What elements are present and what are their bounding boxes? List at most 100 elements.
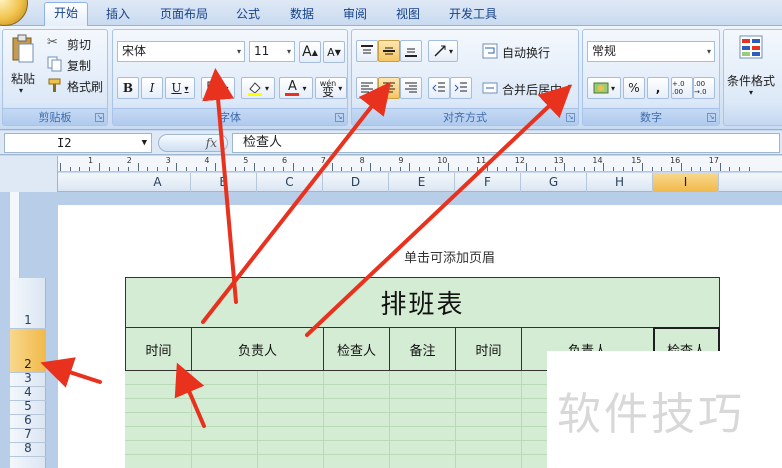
table-title-cell[interactable]: 排班表 (125, 277, 720, 328)
ruler-tick (292, 163, 294, 171)
ruler-tick (89, 167, 91, 171)
tab-insert[interactable]: 插入 (98, 4, 138, 26)
number-launcher-icon[interactable]: ↘ (707, 113, 716, 122)
clipboard-launcher-icon[interactable]: ↘ (95, 113, 104, 122)
tab-home[interactable]: 开始 (44, 2, 88, 27)
phonetic-button[interactable]: wén 变 ▾ (315, 77, 347, 99)
orientation-icon (434, 45, 446, 57)
conditional-formatting-button[interactable]: 条件格式 ▾ (724, 34, 782, 104)
ruler-tick (254, 163, 255, 171)
comma-style-button[interactable]: , (647, 77, 669, 99)
tab-review[interactable]: 审阅 (335, 4, 375, 26)
name-box[interactable]: I2 ▼ (4, 133, 152, 153)
tab-data[interactable]: 数据 (282, 4, 322, 26)
font-launcher-icon[interactable]: ↘ (335, 113, 344, 122)
font-name-select[interactable]: 宋体 ▾ (117, 41, 245, 62)
decrease-indent-button[interactable] (428, 77, 450, 99)
format-painter-button[interactable]: 格式刷 (47, 76, 107, 94)
ruler-tick (186, 167, 188, 171)
fill-color-button[interactable]: ▾ (241, 77, 275, 99)
merge-center-button[interactable]: 合并后居中 ▾ (480, 78, 576, 98)
cut-button[interactable]: ✂ 剪切 (47, 34, 105, 52)
column-header-d[interactable]: D (323, 173, 389, 192)
tab-formulas[interactable]: 公式 (228, 4, 268, 26)
accounting-format-button[interactable]: ▾ (587, 77, 621, 99)
column-header-f[interactable]: F (455, 173, 521, 192)
header-cell-owner-1[interactable]: 负责人 (191, 327, 324, 371)
ruler-tick (739, 167, 740, 171)
bold-button[interactable]: B (117, 77, 139, 99)
tab-page-layout[interactable]: 页面布局 (152, 4, 216, 26)
tab-view[interactable]: 视图 (388, 4, 428, 26)
copy-button[interactable]: 复制 (47, 55, 105, 73)
font-size-value: 11 (254, 44, 270, 58)
align-center-button[interactable] (378, 77, 400, 99)
insert-function-button[interactable]: fx (158, 134, 228, 152)
ruler-tick (525, 163, 527, 171)
row-header-8[interactable]: 8 (10, 441, 46, 457)
orientation-button[interactable]: ▾ (428, 40, 458, 62)
align-left-button[interactable] (356, 77, 378, 99)
ruler-tick (98, 163, 100, 171)
ruler-tick (244, 167, 246, 171)
ruler-tick (60, 163, 61, 171)
ruler-number: 7 (320, 156, 326, 165)
middle-align-button[interactable] (378, 40, 400, 62)
watermark-text: 软件技巧 (557, 389, 745, 440)
column-header-b[interactable]: B (191, 173, 257, 192)
borders-button[interactable]: ▾ (201, 77, 235, 99)
ruler-tick (574, 167, 576, 171)
alignment-launcher-icon[interactable]: ↘ (566, 113, 575, 122)
ruler-tick (360, 167, 362, 171)
wrap-text-button[interactable]: 自动换行 (480, 41, 574, 61)
ruler-tick (719, 163, 721, 171)
column-header-i[interactable]: I (653, 173, 719, 192)
ruler-number: 9 (398, 156, 404, 165)
row-header-1[interactable]: 1 (10, 278, 46, 329)
bottom-align-icon (405, 48, 417, 57)
formula-input[interactable]: 检查人 (232, 133, 780, 153)
column-header-c[interactable]: C (257, 173, 323, 192)
bottom-align-button[interactable] (400, 40, 422, 62)
page-header-hint[interactable]: 单击可添加页眉 (404, 247, 495, 266)
office-button[interactable] (0, 0, 28, 26)
top-align-button[interactable] (356, 40, 378, 62)
row-header-2[interactable]: 2 (10, 329, 46, 373)
align-center-icon (383, 82, 395, 93)
name-box-dropdown-icon[interactable]: ▼ (142, 134, 147, 152)
column-header-h[interactable]: H (587, 173, 653, 192)
header-cell-remarks[interactable]: 备注 (389, 327, 456, 371)
ruler-tick (176, 163, 178, 171)
middle-align-icon (383, 47, 395, 55)
font-size-select[interactable]: 11 ▾ (249, 41, 295, 62)
shrink-font-button[interactable]: A ▼ (323, 41, 345, 63)
increase-indent-button[interactable] (450, 77, 472, 99)
column-headers: ABCDEFGHI (58, 173, 782, 192)
paste-dropdown-icon[interactable]: ▾ (19, 86, 23, 95)
ruler-number: 15 (631, 156, 642, 165)
grow-font-button[interactable]: A ▲ (299, 41, 321, 63)
underline-button[interactable]: U ▾ (165, 77, 195, 99)
header-cell-time-1[interactable]: 时间 (125, 327, 192, 371)
align-right-button[interactable] (400, 77, 422, 99)
column-header-g[interactable]: G (521, 173, 587, 192)
column-header-a[interactable]: A (125, 173, 191, 192)
header-cell-inspector-1[interactable]: 检查人 (323, 327, 390, 371)
fx-icon: fx (205, 136, 217, 150)
italic-button[interactable]: I (141, 77, 163, 99)
increase-decimal-button[interactable]: +.0 .00 (671, 77, 693, 99)
alignment-group-label: 对齐方式 (352, 108, 578, 125)
number-format-select[interactable]: 常规 ▾ (587, 41, 715, 62)
select-all-corner[interactable] (0, 156, 58, 192)
paste-button[interactable]: 粘贴 ▾ (7, 34, 39, 104)
merge-center-icon (482, 82, 498, 94)
tab-developer[interactable]: 开发工具 (441, 4, 505, 26)
accounting-icon (593, 82, 609, 94)
decrease-decimal-button[interactable]: .00 →.0 (693, 77, 715, 99)
font-color-button[interactable]: A ▾ (279, 77, 313, 99)
column-header-e[interactable]: E (389, 173, 455, 192)
ruler-tick (554, 167, 556, 171)
header-cell-time-2[interactable]: 时间 (455, 327, 522, 371)
percent-style-button[interactable]: % (623, 77, 645, 99)
paste-label: 粘贴 (11, 72, 36, 86)
